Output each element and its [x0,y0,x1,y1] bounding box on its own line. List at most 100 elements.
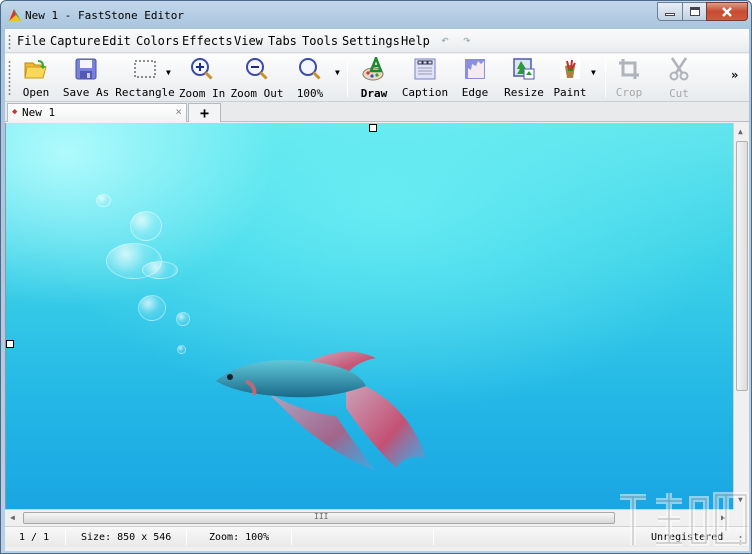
zoom-in-label: Zoom In [178,87,226,100]
zoom-dropdown-icon[interactable]: ▼ [335,68,340,77]
open-button[interactable]: Open [21,57,51,99]
scroll-right-icon[interactable]: ▶ [721,513,726,522]
rectangle-select-button[interactable]: Rectangle [115,57,175,99]
tab-close-icon[interactable]: × [175,105,182,118]
scroll-grip: III [314,512,329,521]
menu-file[interactable]: File [17,34,46,48]
app-window: New 1 - FastStone Editor File Capture Ed… [0,0,752,554]
close-button[interactable] [706,2,748,21]
menu-edit[interactable]: Edit [102,34,131,48]
scissors-icon [667,57,691,81]
paint-button[interactable]: Paint [553,57,587,99]
zoom-actual-icon [298,57,322,81]
horizontal-scrollbar[interactable]: ◀ III ▶ [5,509,733,526]
draw-palette-icon [362,57,386,81]
bubble [138,295,166,321]
toolbar-grip[interactable] [8,60,11,96]
toolbar-separator [347,59,348,97]
resize-grip[interactable] [739,535,742,545]
caption-label: Caption [401,86,449,99]
crop-label: Crop [615,86,643,99]
open-folder-icon [24,57,48,80]
minimize-icon [665,13,675,16]
minimize-button[interactable] [657,2,683,21]
menu-settings[interactable]: Settings [342,34,400,48]
undo-icon[interactable]: ↶ [441,33,449,48]
zoom-out-button[interactable]: Zoom Out [230,57,284,100]
horizontal-scroll-thumb[interactable]: III [23,512,615,524]
rectangle-label: Rectangle [115,86,175,99]
tab-bar: ◆ New 1 × + [5,102,749,122]
menu-bar: File Capture Edit Colors Effects View Ta… [5,29,749,53]
bubble [96,194,111,207]
status-zoom: Zoom: 100% [209,532,270,543]
rectangle-select-icon [133,57,157,80]
menu-effects[interactable]: Effects [182,34,233,48]
resize-handle-left[interactable] [6,340,14,348]
cut-button[interactable]: Cut [665,57,693,100]
vertical-scroll-thumb[interactable] [736,141,748,391]
close-icon [722,6,732,17]
menu-view[interactable]: View [234,34,263,48]
status-divider [186,530,187,545]
menu-colors[interactable]: Colors [136,34,179,48]
toolbar-separator-2 [605,59,606,97]
caption-button[interactable]: Caption [401,57,449,99]
scroll-down-icon[interactable]: ▼ [738,495,743,504]
crop-icon [617,57,641,80]
edge-label: Edge [461,86,489,99]
open-label: Open [22,86,50,99]
faststone-logo-icon [9,9,21,21]
tab-label: New 1 [22,106,56,119]
zoom-in-button[interactable]: Zoom In [178,57,226,100]
title-bar[interactable]: New 1 - FastStone Editor [1,1,751,29]
bubble [130,211,162,241]
menu-tabs[interactable]: Tabs [268,34,297,48]
image-canvas[interactable] [5,123,733,509]
draw-button[interactable]: Draw [357,57,391,100]
zoom-in-icon [190,57,214,81]
tab-new-1[interactable]: ◆ New 1 × [7,103,187,122]
zoom-100-label: 100% [296,87,324,100]
paint-icon [558,57,582,80]
status-registration: Unregistered [651,532,724,543]
status-bar: 1 / 1 Size: 850 x 546 Zoom: 100% Unregis… [5,526,749,547]
zoom-out-icon [245,57,269,81]
toolbar-overflow-button[interactable]: » [731,68,738,82]
window-title: New 1 - FastStone Editor [25,9,184,22]
maximize-button[interactable] [682,2,707,21]
caption-icon [413,57,437,80]
status-page: 1 / 1 [19,532,50,543]
cut-label: Cut [669,87,689,100]
bubble [177,345,186,354]
edge-button[interactable]: Edge [460,57,490,99]
status-divider [65,530,66,545]
resize-icon [512,57,536,80]
zoom-100-button[interactable]: 100% [295,57,325,100]
scroll-left-icon[interactable]: ◀ [10,513,15,522]
status-size: Size: 850 x 546 [81,532,172,543]
menu-tools[interactable]: Tools [302,34,338,48]
menu-help[interactable]: Help [401,34,430,48]
resize-button[interactable]: Resize [504,57,544,99]
paint-dropdown-icon[interactable]: ▼ [591,68,596,77]
zoom-out-label: Zoom Out [230,87,284,100]
resize-handle-top[interactable] [369,124,377,132]
resize-label: Resize [504,86,544,99]
save-as-label: Save As [62,86,110,99]
toolbar: Open Save As Rectangle ▼ Zoom In Zoom Ou… [5,54,749,102]
redo-icon[interactable]: ↷ [463,33,471,48]
crop-button[interactable]: Crop [615,57,643,99]
menu-capture[interactable]: Capture [50,34,101,48]
status-divider [433,530,434,545]
rectangle-dropdown-icon[interactable]: ▼ [166,68,171,77]
add-tab-button[interactable]: + [188,103,221,122]
scroll-up-icon[interactable]: ▲ [738,127,743,136]
draw-label: Draw [360,87,388,100]
modified-indicator-icon: ◆ [12,107,18,117]
save-as-button[interactable]: Save As [63,57,109,99]
client-area: File Capture Edit Colors Effects View Ta… [5,29,749,551]
vertical-scrollbar[interactable]: ▲ ▼ [733,123,749,509]
menubar-grip[interactable] [8,34,11,50]
maximize-icon [689,7,700,16]
